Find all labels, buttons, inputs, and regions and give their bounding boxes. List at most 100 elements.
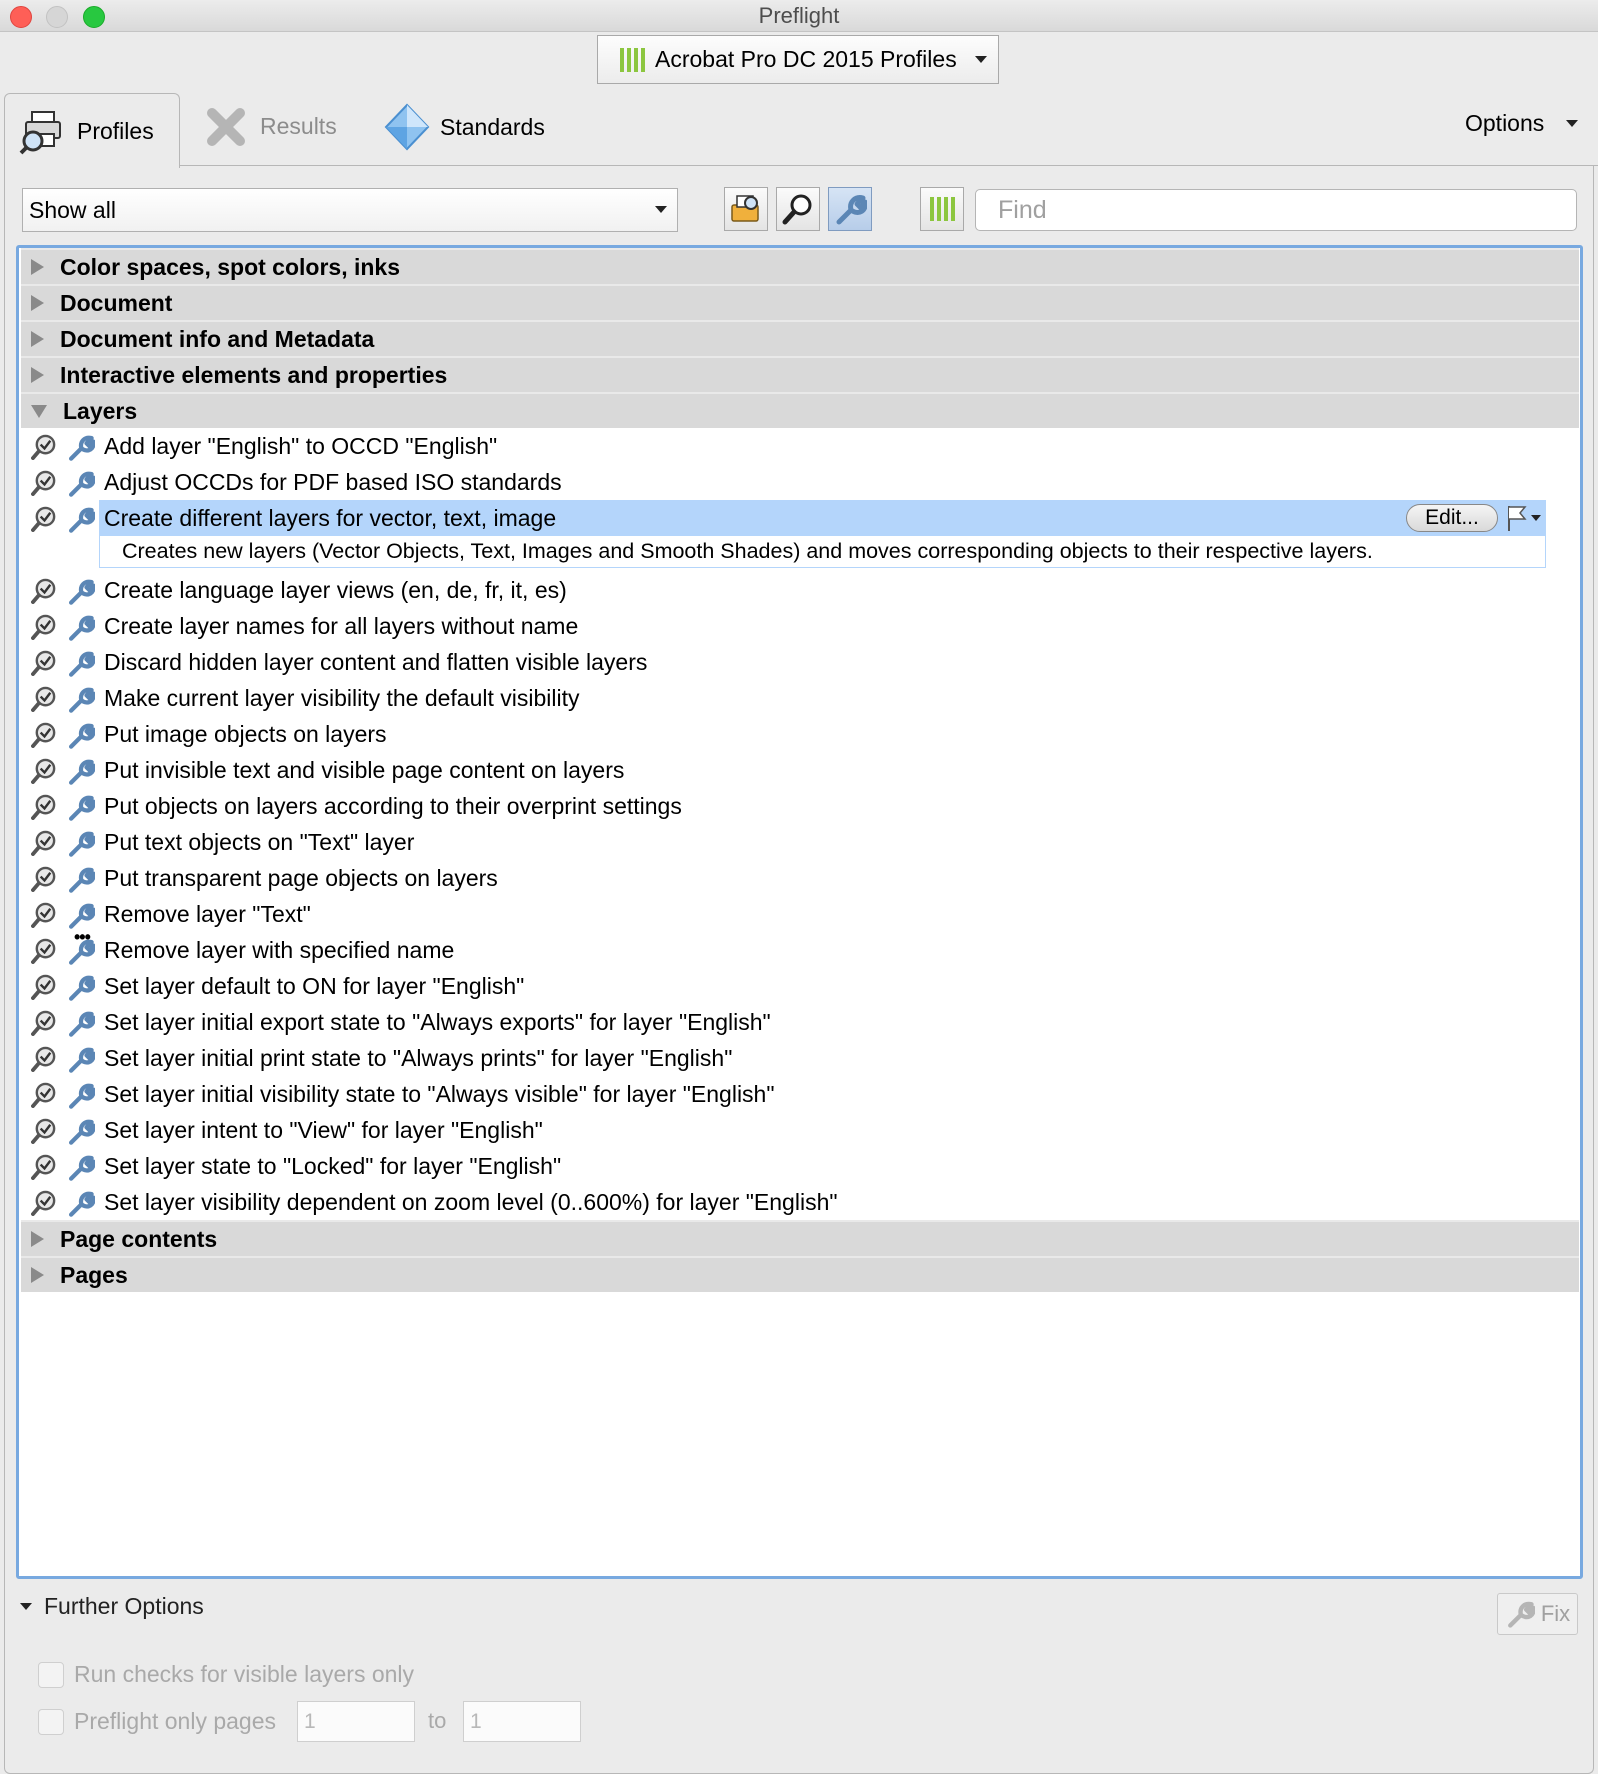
check-magnifier-icon <box>31 973 58 1000</box>
fixup-list-item[interactable]: Remove layer "Text" <box>21 896 1579 932</box>
standards-diamond-icon <box>384 103 430 151</box>
find-placeholder: Find <box>998 195 1047 224</box>
fixup-list-item[interactable]: Add layer "English" to OCCD "English" <box>21 428 1579 464</box>
check-magnifier-icon <box>31 829 58 856</box>
fixup-label: Put transparent page objects on layers <box>104 864 498 891</box>
chevron-down-icon <box>974 56 987 63</box>
tab-standards-label: Standards <box>440 113 545 140</box>
fixup-label: Create language layer views (en, de, fr,… <box>104 576 567 603</box>
category-layers[interactable]: Layers <box>21 392 1579 428</box>
disclosure-triangle-icon[interactable] <box>31 367 44 383</box>
edit-button[interactable]: Edit... <box>1406 504 1498 532</box>
fixup-list-item[interactable]: Create different layers for vector, text… <box>21 500 1579 536</box>
disclosure-triangle-icon[interactable] <box>31 1231 44 1247</box>
category-label: Document <box>60 289 173 316</box>
fixup-list-item[interactable]: Put image objects on layers <box>21 716 1579 752</box>
check-magnifier-icon <box>31 433 58 460</box>
title-bar: Preflight <box>0 0 1598 32</box>
close-window-button[interactable] <box>10 6 32 28</box>
options-menu-button[interactable]: Options <box>1465 110 1579 137</box>
category-page-contents[interactable]: Page contents <box>21 1220 1579 1256</box>
fixup-label: Make current layer visibility the defaul… <box>104 684 580 711</box>
zoom-window-button[interactable] <box>83 6 105 28</box>
fixup-label: Set layer initial export state to "Alway… <box>104 1008 771 1035</box>
disclosure-triangle-icon[interactable] <box>31 295 44 311</box>
fixup-list-item[interactable]: Adjust OCCDs for PDF based ISO standards <box>21 464 1579 500</box>
fixup-list-item[interactable]: Set layer initial visibility state to "A… <box>21 1076 1579 1112</box>
wrench-icon <box>66 613 96 641</box>
library-filter-button[interactable] <box>920 187 964 231</box>
category-interactive-elements[interactable]: Interactive elements and properties <box>21 356 1579 392</box>
preflight-pages-label: Preflight only pages <box>74 1708 277 1734</box>
fix-button[interactable]: Fix <box>1497 1593 1578 1635</box>
category-document-info[interactable]: Document info and Metadata <box>21 320 1579 356</box>
check-magnifier-icon <box>31 721 58 748</box>
category-pages[interactable]: Pages <box>21 1256 1579 1292</box>
check-magnifier-icon <box>31 757 58 784</box>
fixup-list-item[interactable]: Discard hidden layer content and flatten… <box>21 644 1579 680</box>
tab-results[interactable]: Results <box>204 103 337 149</box>
disclosure-triangle-icon[interactable] <box>31 1267 44 1283</box>
page-from-value: 1 <box>304 1709 316 1733</box>
fixup-list-item[interactable]: Create language layer views (en, de, fr,… <box>21 572 1579 608</box>
fixup-list-item[interactable]: Put objects on layers according to their… <box>21 788 1579 824</box>
category-color-spaces[interactable]: Color spaces, spot colors, inks <box>21 248 1579 284</box>
wrench-icon <box>1507 1601 1535 1628</box>
disclosure-triangle-icon[interactable] <box>31 259 44 275</box>
chevron-down-icon <box>655 206 667 213</box>
check-magnifier-icon <box>31 1045 58 1072</box>
wrench-icon <box>66 1153 96 1181</box>
fixup-list-item[interactable]: Create layer names for all layers withou… <box>21 608 1579 644</box>
wrench-icon <box>66 1117 96 1145</box>
fixup-list-item[interactable]: Set layer state to "Locked" for layer "E… <box>21 1148 1579 1184</box>
category-document[interactable]: Document <box>21 284 1579 320</box>
preflight-pages-option[interactable]: Preflight only pages <box>38 1708 276 1735</box>
preflight-pages-checkbox[interactable] <box>38 1708 64 1735</box>
fixup-list-item[interactable]: Set layer visibility dependent on zoom l… <box>21 1184 1579 1220</box>
find-input[interactable]: Find <box>975 189 1577 231</box>
fixup-list-item[interactable]: ••• Remove layer with specified name <box>21 927 1579 968</box>
visible-layers-checkbox[interactable] <box>38 1661 64 1688</box>
minimize-window-button[interactable] <box>46 6 68 28</box>
fixup-with-options-icon: ••• <box>66 927 96 965</box>
show-profiles-button[interactable] <box>724 187 768 231</box>
disclosure-triangle-open-icon[interactable] <box>31 404 47 418</box>
fixup-list-item[interactable]: Make current layer visibility the defaul… <box>21 680 1579 716</box>
flag-menu-icon[interactable] <box>1503 503 1543 533</box>
filter-dropdown[interactable]: Show all <box>22 188 678 232</box>
show-fixups-button[interactable] <box>828 187 872 231</box>
page-to-input[interactable]: 1 <box>463 1701 581 1742</box>
profile-list[interactable]: Color spaces, spot colors, inks Document… <box>16 245 1583 1579</box>
further-options-label: Further Options <box>44 1593 204 1619</box>
wrench-icon <box>66 829 96 857</box>
tab-profiles[interactable]: Profiles <box>4 93 180 168</box>
to-label: to <box>428 1708 447 1733</box>
wrench-icon <box>66 505 96 533</box>
show-checks-button[interactable] <box>776 187 820 231</box>
category-label: Page contents <box>60 1225 218 1252</box>
library-bars-icon <box>620 47 645 72</box>
check-magnifier-icon <box>31 1081 58 1108</box>
profile-library-dropdown[interactable]: Acrobat Pro DC 2015 Profiles <box>597 35 999 84</box>
further-options-toggle[interactable]: Further Options <box>20 1593 204 1620</box>
page-from-input[interactable]: 1 <box>297 1701 415 1742</box>
fixup-list-item[interactable]: Put invisible text and visible page cont… <box>21 752 1579 788</box>
fixup-list-item[interactable]: Set layer initial print state to "Always… <box>21 1040 1579 1076</box>
fixup-list-item[interactable]: Set layer intent to "View" for layer "En… <box>21 1112 1579 1148</box>
disclosure-triangle-icon[interactable] <box>31 331 44 347</box>
fixup-list-item[interactable]: Put text objects on "Text" layer <box>21 824 1579 860</box>
fixup-list-item[interactable]: Set layer initial export state to "Alway… <box>21 1004 1579 1040</box>
fixup-list-item[interactable]: Put transparent page objects on layers <box>21 860 1579 896</box>
fixup-label: Put invisible text and visible page cont… <box>104 756 625 783</box>
chevron-down-icon <box>20 1603 32 1610</box>
chevron-down-icon <box>1566 120 1579 127</box>
fixups-filter-icon <box>836 195 867 225</box>
wrench-icon <box>66 1081 96 1109</box>
tab-standards[interactable]: Standards <box>384 103 545 151</box>
check-magnifier-icon <box>31 901 58 928</box>
fixup-list-item[interactable]: Set layer default to ON for layer "Engli… <box>21 968 1579 1004</box>
category-label: Layers <box>63 397 138 424</box>
check-magnifier-icon <box>31 613 58 640</box>
check-magnifier-icon <box>31 1009 58 1036</box>
visible-layers-option[interactable]: Run checks for visible layers only <box>38 1661 414 1688</box>
